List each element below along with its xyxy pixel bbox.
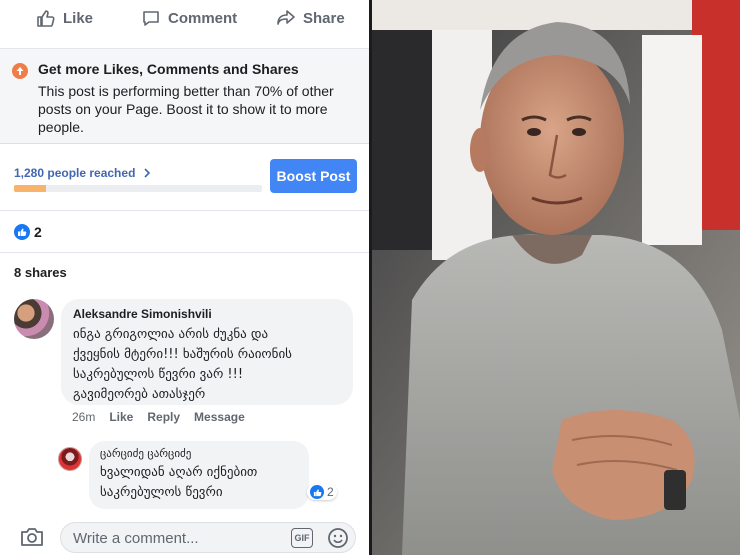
share-icon <box>277 10 295 25</box>
avatar[interactable] <box>58 447 82 471</box>
divider <box>0 252 369 253</box>
reply-like-count: 2 <box>327 485 334 499</box>
reach-progress-bar <box>14 185 262 192</box>
reach-section: 1,280 people reached Boost Post <box>0 145 369 210</box>
boost-title: Get more Likes, Comments and Shares <box>38 61 299 77</box>
comment-reply-button[interactable]: Reply <box>147 410 180 424</box>
reply-line: საკრებულოს წევრი <box>100 485 223 500</box>
people-reached-label: 1,280 people reached <box>14 166 136 180</box>
comment-text: ინგა გრიგოლია არის ძუკნა და ქვეყნის მტერ… <box>73 325 341 405</box>
like-button[interactable]: Like <box>36 8 93 28</box>
reaction-summary[interactable]: 2 <box>14 224 42 240</box>
reply-bubble: ცარციძე ცარციძე ხვალიდან აღარ იქნებით სა… <box>89 441 309 509</box>
camera-icon[interactable] <box>20 527 44 552</box>
emoji-icon[interactable] <box>327 527 349 554</box>
avatar[interactable] <box>14 299 54 339</box>
people-reached-link[interactable]: 1,280 people reached <box>14 166 151 180</box>
arrow-up-icon <box>12 63 28 79</box>
comment-time: 26m <box>72 410 96 424</box>
like-reaction-icon <box>310 485 324 499</box>
photo-illustration <box>372 0 740 555</box>
comment-placeholder: Write a comment... <box>73 530 199 547</box>
like-reaction-icon <box>14 224 30 240</box>
gif-button[interactable]: GIF <box>291 528 313 548</box>
reply-reaction-count[interactable]: 2 <box>307 484 337 500</box>
comment-line: გავიმეორებ ათასჯერ <box>73 387 206 402</box>
reach-progress-fill <box>14 185 47 192</box>
comment-bubble: Aleksandre Simonishvili ინგა გრიგოლია არ… <box>61 299 353 405</box>
post-action-bar: Like Comment Share <box>0 0 369 40</box>
boost-post-button[interactable]: Boost Post <box>270 159 357 193</box>
share-label: Share <box>303 9 345 27</box>
comment-button[interactable]: Comment <box>141 8 237 28</box>
facebook-post-panel: Like Comment Share Get more Likes, Comme… <box>0 0 369 555</box>
chevron-right-icon <box>144 168 150 178</box>
comment-line: საკრებულოს წევრი ვარ !!! <box>73 367 244 382</box>
share-button[interactable]: Share <box>276 8 345 28</box>
boost-prompt: Get more Likes, Comments and Shares This… <box>0 48 369 144</box>
comment-line: ინგა გრიგოლია არის ძუკნა და <box>73 327 269 342</box>
comment-composer: Write a comment... GIF <box>0 518 369 555</box>
comment-input[interactable]: Write a comment... GIF <box>60 522 356 553</box>
comment-line: ქვეყნის მტერი!!! ხაშურის რაიონის <box>73 347 292 362</box>
like-label: Like <box>63 9 94 27</box>
reply-author[interactable]: ცარციძე ცარციძე <box>100 447 298 460</box>
boost-body: This post is performing better than 70% … <box>38 83 334 135</box>
like-count: 2 <box>34 224 42 240</box>
reply-text: ხვალიდან აღარ იქნებით საკრებულოს წევრი <box>100 463 298 503</box>
comment-meta: 26m Like Reply Message <box>72 410 259 424</box>
man-photo <box>372 0 740 555</box>
divider <box>0 210 369 211</box>
comment-label: Comment <box>168 9 238 27</box>
comment-like-button[interactable]: Like <box>109 410 133 424</box>
reply-line: ხვალიდან აღარ იქნებით <box>100 465 258 480</box>
thumbs-up-icon <box>37 10 55 27</box>
comment-message-button[interactable]: Message <box>194 410 245 424</box>
shares-count[interactable]: 8 shares <box>14 265 67 280</box>
comment-author[interactable]: Aleksandre Simonishvili <box>73 307 341 321</box>
comment-icon <box>143 11 159 26</box>
